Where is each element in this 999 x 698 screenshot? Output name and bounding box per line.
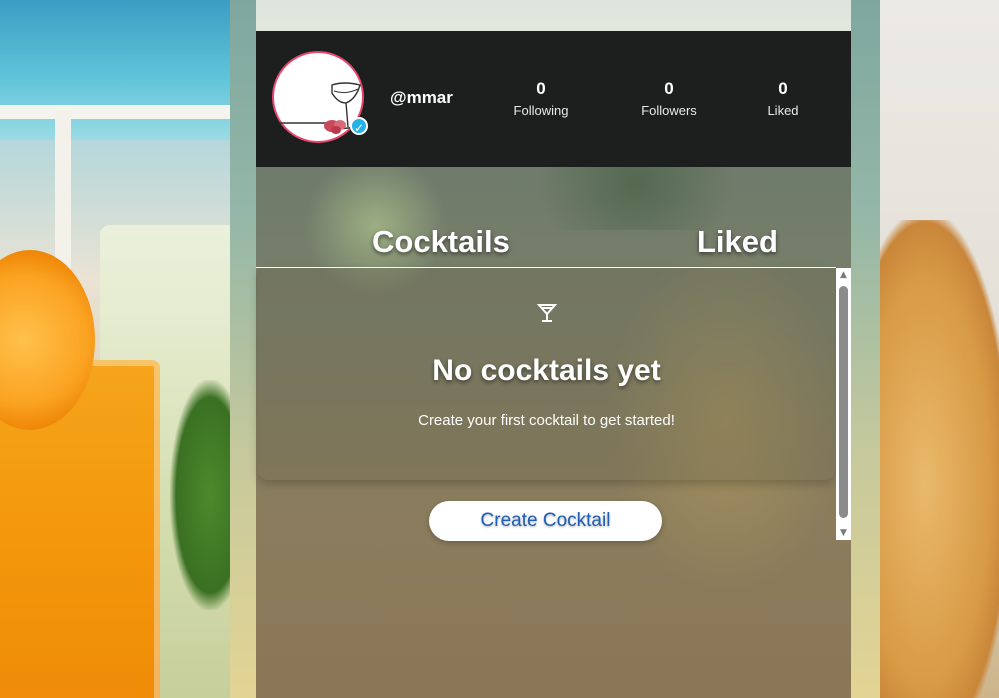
stat-liked[interactable]: 0 Liked [728,79,838,118]
username: @mmar [390,88,453,107]
background-railing [0,105,240,119]
stat-value: 0 [664,79,674,98]
create-cocktail-button[interactable]: Create Cocktail [429,501,662,541]
scrollbar-thumb[interactable] [839,286,848,518]
empty-state-title: No cocktails yet [432,354,661,387]
scroll-down-arrow-icon[interactable]: ▼ [836,526,851,540]
stat-label: Following [513,103,569,118]
tab-liked[interactable]: Liked [697,224,778,260]
background-sea [0,0,240,140]
profile-header: ✓ @mmar 0 Following 0 Followers 0 Liked [256,31,851,167]
empty-state-card: No cocktails yet Create your first cockt… [258,268,835,480]
tab-cocktails[interactable]: Cocktails [372,224,510,260]
cocktail-glass-icon [536,304,558,322]
stat-following[interactable]: 0 Following [486,79,596,118]
scroll-up-arrow-icon[interactable]: ▲ [836,268,851,282]
cocktail-illustration-icon [280,82,361,134]
check-badge-icon: ✓ [350,117,368,135]
stat-label: Liked [767,103,799,118]
empty-state-subtitle: Create your first cocktail to get starte… [418,412,675,429]
stat-value: 0 [778,79,788,98]
stat-followers[interactable]: 0 Followers [614,79,724,118]
background-starfish [869,220,999,698]
stat-label: Followers [641,103,697,118]
stat-value: 0 [536,79,546,98]
scrollbar[interactable]: ▲ ▼ [836,268,851,540]
background-railing-post [55,110,71,280]
